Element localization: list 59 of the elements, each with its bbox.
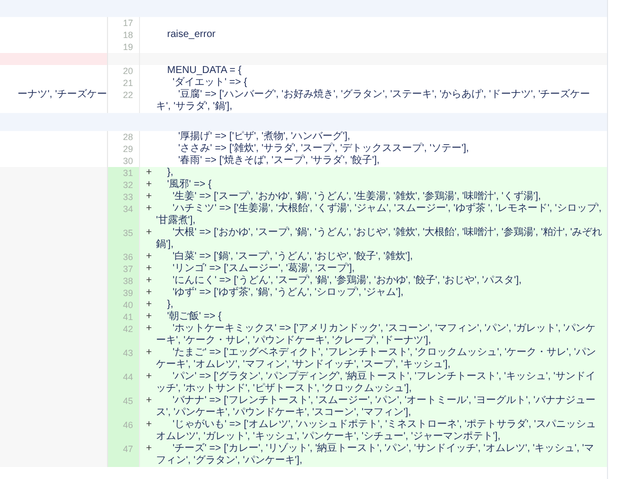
line-number: 42 xyxy=(108,323,140,347)
diff-marker: + xyxy=(146,323,153,336)
line-number: 43 xyxy=(108,347,140,371)
code-line: ーナツ', 'チーズケー xyxy=(18,89,107,102)
diff-marker: + xyxy=(146,443,153,456)
code-line: 'パン' => ['グラタン', 'パンプディング', '納豆トースト', 'フレンチトースト', 'キッシュ', 'サンドイッチ', 'ホットサンド', 'ピザトースト', 'クロックムッシュ'], xyxy=(156,371,596,395)
code-line: '豆腐' => ['ハンバーグ', 'お好み焼き', 'グラタン', 'ステーキ', 'からあげ', 'ドーナツ', 'チーズケーキ', 'サラダ', '鍋'], xyxy=(156,89,592,113)
diff-marker: + xyxy=(146,191,153,203)
diff-marker: + xyxy=(146,287,153,299)
line-number: 38 xyxy=(108,275,140,287)
diff-marker: + xyxy=(146,167,153,179)
line-number: 41 xyxy=(108,311,140,323)
code-line: 'リンゴ' => ['スムージー', '葛湯', 'スープ'], xyxy=(172,263,356,274)
code-line: '白菜' => ['鍋', 'スープ', 'うどん', 'おじや', '餃子', '雑炊'], xyxy=(172,251,414,262)
line-number: 47 xyxy=(108,443,140,467)
diff-marker: + xyxy=(146,263,153,275)
line-number: 37 xyxy=(108,263,140,275)
code-line: '風邪' => { xyxy=(166,179,213,190)
code-line: '生姜' => ['スープ', 'おかゆ', '鍋', 'うどん', '生姜湯', '雑炊', '参鶏湯', '味噌汁', 'くず湯'], xyxy=(172,191,542,202)
line-number: 33 xyxy=(108,191,140,203)
line-number: 36 xyxy=(108,251,140,263)
code-line: '朝ご飯' => { xyxy=(166,311,223,323)
line-number: 44 xyxy=(108,371,140,395)
code-line: 'ハチミツ' => ['生姜湯', '大根飴', 'くず湯', 'ジャム', 'スムージー', 'ゆず茶 ', 'レモネード', 'シロップ', '甘露煮'], xyxy=(156,203,603,226)
diff-marker: + xyxy=(146,347,153,360)
code-line: 'ささみ' => ['雑炊', 'サラダ', 'スープ', 'デトックススープ', 'ソテー'], xyxy=(177,143,470,154)
code-line: }, xyxy=(166,167,174,179)
code-line: 'バナナ' => ['フレンチトースト', 'スムージー', 'パン', 'オートミール', 'ヨーグルト', 'バナナジュース', 'パンケーキ', 'パウンドケーキ', 'スコーン', 'マフィン'], xyxy=(156,395,596,419)
line-number: 39 xyxy=(108,287,140,299)
code-line: raise_error xyxy=(166,29,216,41)
code-line: '大根' => ['おかゆ', 'スープ', '鍋', 'うどん', 'おじや', '雑炊', '大根飴', '味噌汁', '参鶏湯', '粕汁', 'みぞれ鍋'], xyxy=(156,227,604,250)
diff-marker: + xyxy=(146,227,153,240)
line-number: 32 xyxy=(108,179,140,191)
diff-marker: + xyxy=(146,203,153,216)
line-number: 34 xyxy=(108,203,140,227)
code-line: 'ホットケーキミックス' => ['アメリカンドック', 'スコーン', 'マフィン', 'パン', 'ガレット', 'パンケーキ', 'ケーク・サレ', 'パウンドケーキ', 'クレープ', 'ドーナツ'], xyxy=(156,323,596,347)
code-line: 'にんにく' => ['うどん', 'スープ', '鍋', '参鶏湯', 'おかゆ', '餃子', 'おじや', 'パスタ'], xyxy=(172,275,523,286)
diff-marker: + xyxy=(146,275,153,287)
diff-marker: + xyxy=(146,371,153,384)
code-line: '厚揚げ' => ['ピザ', '煮物', 'ハンバーグ'], xyxy=(177,131,352,142)
code-line: '春雨' => ['焼きそば', 'スープ', 'サラダ', '餃子'], xyxy=(177,155,381,167)
code-line: }, xyxy=(166,299,174,310)
line-number: 40 xyxy=(108,299,140,311)
diff-marker: + xyxy=(146,299,153,311)
diff-marker: + xyxy=(146,251,153,263)
line-number: 45 xyxy=(108,395,140,419)
diff-marker: + xyxy=(146,179,153,191)
diff-marker: + xyxy=(146,419,153,432)
code-line: 'ゆず' => ['ゆず茶', '鍋', 'うどん', 'シロップ', 'ジャム'], xyxy=(172,287,404,299)
code-line: 'ダイエット' => { xyxy=(172,77,248,88)
code-line: MENU_DATA = { xyxy=(166,65,242,77)
line-number: 35 xyxy=(108,227,140,251)
code-line: 'たまご' => ['エッグベネディクト', 'フレンチトースト', 'クロックムッシュ', 'ケーク・サレ', 'パンケーキ', 'オムレツ', 'マフィン', 'サンドイッチ', 'スープ', 'キッシュ'], xyxy=(156,347,597,370)
code-line: 'じゃがいも' => ['オムレツ', 'ハッシュドポテト', 'ミネストローネ', 'ポテトサラダ', 'スパニッシュオムレツ', 'ガレット', 'キッシュ', 'パンケーキ', 'シチュー', 'ジャーマンポテト'], xyxy=(156,419,597,442)
line-number: 31 xyxy=(108,167,140,179)
line-number: 46 xyxy=(108,419,140,443)
code-line: 'チーズ' => ['カレー', 'リゾット', '納豆トースト', 'パン', 'サンドイッチ', 'オムレツ', 'キッシュ', 'マフィン', 'グラタン', 'パンケーキ'], xyxy=(156,443,596,467)
diff-marker: + xyxy=(146,311,153,323)
diff-marker: + xyxy=(146,395,153,408)
